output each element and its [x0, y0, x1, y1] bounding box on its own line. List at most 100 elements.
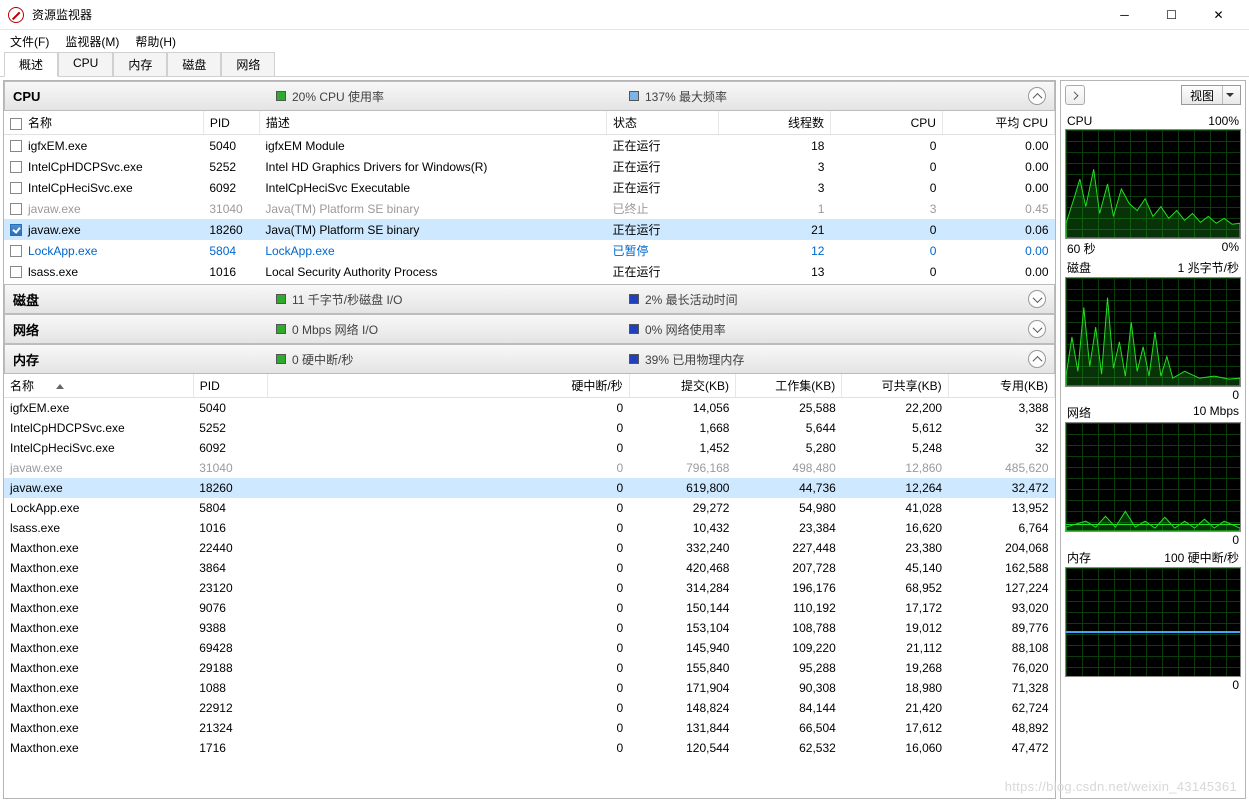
- col-threads[interactable]: 线程数: [718, 111, 830, 135]
- menu-monitor[interactable]: 监视器(M): [59, 31, 125, 52]
- close-button[interactable]: ✕: [1196, 1, 1241, 29]
- table-row[interactable]: igfxEM.exe5040014,05625,58822,2003,388: [4, 398, 1055, 418]
- table-row[interactable]: IntelCpHeciSvc.exe6092IntelCpHeciSvc Exe…: [4, 177, 1055, 198]
- left-pane: CPU 20% CPU 使用率 137% 最大频率 名称 PID 描述 状态 线…: [3, 80, 1056, 799]
- table-row[interactable]: lsass.exe1016Local Security Authority Pr…: [4, 261, 1055, 282]
- col-pid[interactable]: PID: [203, 111, 259, 135]
- col-desc[interactable]: 描述: [259, 111, 606, 135]
- view-dropdown[interactable]: 视图: [1181, 85, 1241, 105]
- table-row[interactable]: IntelCpHeciSvc.exe609201,4525,2805,24832: [4, 438, 1055, 458]
- col-working[interactable]: 工作集(KB): [735, 374, 841, 398]
- chart-canvas: [1065, 567, 1241, 677]
- col-private[interactable]: 专用(KB): [948, 374, 1054, 398]
- table-row[interactable]: Maxthon.exe291880155,84095,28819,26876,0…: [4, 658, 1055, 678]
- table-row[interactable]: Maxthon.exe229120148,82484,14421,42062,7…: [4, 698, 1055, 718]
- tab-network[interactable]: 网络: [221, 52, 275, 77]
- checkbox[interactable]: [10, 118, 22, 130]
- table-row[interactable]: Maxthon.exe38640420,468207,72845,140162,…: [4, 558, 1055, 578]
- table-row[interactable]: IntelCpHDCPSvc.exe525201,6685,6445,61232: [4, 418, 1055, 438]
- table-row[interactable]: javaw.exe310400796,168498,48012,860485,6…: [4, 458, 1055, 478]
- section-title: 网络: [13, 320, 268, 339]
- tab-bar: 概述 CPU 内存 磁盘 网络: [0, 52, 1249, 77]
- tab-overview[interactable]: 概述: [4, 52, 58, 77]
- chevron-down-icon[interactable]: [1028, 290, 1046, 308]
- checkbox[interactable]: [10, 182, 22, 194]
- square-icon: [276, 294, 286, 304]
- table-row[interactable]: javaw.exe31040Java(TM) Platform SE binar…: [4, 198, 1055, 219]
- section-cpu: CPU 20% CPU 使用率 137% 最大频率 名称 PID 描述 状态 线…: [4, 81, 1055, 284]
- tab-memory[interactable]: 内存: [113, 52, 167, 77]
- window-title: 资源监视器: [32, 6, 1102, 23]
- table-row[interactable]: Maxthon.exe694280145,940109,22021,11288,…: [4, 638, 1055, 658]
- chart-foot-right: 0%: [1222, 240, 1239, 257]
- table-row[interactable]: Maxthon.exe213240131,84466,50417,61248,8…: [4, 718, 1055, 738]
- table-row[interactable]: Maxthon.exe231200314,284196,17668,952127…: [4, 578, 1055, 598]
- section-header-memory[interactable]: 内存 0 硬中断/秒 39% 已用物理内存: [4, 344, 1055, 374]
- table-row[interactable]: LockApp.exe5804LockApp.exe已暂停1200.00: [4, 240, 1055, 261]
- checkbox[interactable]: [10, 161, 22, 173]
- tab-disk[interactable]: 磁盘: [167, 52, 221, 77]
- table-row[interactable]: Maxthon.exe224400332,240227,44823,380204…: [4, 538, 1055, 558]
- checkbox[interactable]: [10, 203, 22, 215]
- maximize-button[interactable]: ☐: [1149, 1, 1194, 29]
- table-row[interactable]: Maxthon.exe28336Maxthon正在运行2742.86: [4, 282, 1055, 284]
- chart-title: 磁盘: [1067, 259, 1091, 276]
- square-icon: [276, 91, 286, 101]
- table-row[interactable]: Maxthon.exe17160120,54462,53216,06047,47…: [4, 738, 1055, 758]
- chart-block: 内存100 硬中断/秒 0: [1065, 548, 1241, 693]
- checkbox[interactable]: [10, 140, 22, 152]
- checkbox[interactable]: [10, 245, 22, 257]
- section-header-disk[interactable]: 磁盘 11 千字节/秒磁盘 I/O 2% 最长活动时间: [4, 284, 1055, 314]
- checkbox[interactable]: [10, 266, 22, 278]
- table-row[interactable]: javaw.exe18260Java(TM) Platform SE binar…: [4, 219, 1055, 240]
- col-status[interactable]: 状态: [607, 111, 719, 135]
- chart-foot-right: 0: [1232, 678, 1239, 692]
- chart-foot-left: 60 秒: [1067, 240, 1096, 257]
- memory-table[interactable]: 名称 PID 硬中断/秒 提交(KB) 工作集(KB) 可共享(KB) 专用(K…: [4, 374, 1055, 798]
- chevron-down-icon: [1222, 86, 1236, 104]
- col-name[interactable]: 名称: [4, 374, 193, 398]
- col-commit[interactable]: 提交(KB): [629, 374, 735, 398]
- chevron-up-icon[interactable]: [1028, 87, 1046, 105]
- square-icon: [629, 91, 639, 101]
- col-avg[interactable]: 平均 CPU: [942, 111, 1054, 135]
- chevron-up-icon[interactable]: [1028, 350, 1046, 368]
- section-header-network[interactable]: 网络 0 Mbps 网络 I/O 0% 网络使用率: [4, 314, 1055, 344]
- chart-max: 100%: [1208, 114, 1239, 128]
- table-row[interactable]: IntelCpHDCPSvc.exe5252Intel HD Graphics …: [4, 156, 1055, 177]
- metric-label: 0 Mbps 网络 I/O: [292, 321, 378, 338]
- table-row[interactable]: igfxEM.exe5040igfxEM Module正在运行1800.00: [4, 135, 1055, 157]
- section-title: 磁盘: [13, 290, 268, 309]
- table-row[interactable]: Maxthon.exe90760150,144110,19217,17293,0…: [4, 598, 1055, 618]
- chart-max: 1 兆字节/秒: [1178, 259, 1239, 276]
- chart-canvas: [1065, 422, 1241, 532]
- table-row[interactable]: Maxthon.exe93880153,104108,78819,01289,7…: [4, 618, 1055, 638]
- tab-cpu[interactable]: CPU: [58, 52, 113, 77]
- square-icon: [629, 354, 639, 364]
- menu-file[interactable]: 文件(F): [4, 31, 55, 52]
- col-cpu[interactable]: CPU: [830, 111, 942, 135]
- chart-block: 磁盘 1 兆字节/秒 0: [1065, 258, 1241, 403]
- chart-foot-right: 0: [1232, 388, 1239, 402]
- section-memory: 内存 0 硬中断/秒 39% 已用物理内存 名称 PID 硬中断/秒 提交(KB…: [4, 344, 1055, 798]
- col-share[interactable]: 可共享(KB): [842, 374, 948, 398]
- chart-canvas: [1065, 129, 1241, 239]
- square-icon: [276, 324, 286, 334]
- cpu-table[interactable]: 名称 PID 描述 状态 线程数 CPU 平均 CPU igfxEM.exe50…: [4, 111, 1055, 284]
- col-hard[interactable]: 硬中断/秒: [268, 374, 630, 398]
- chart-block: 网络10 Mbps 0: [1065, 403, 1241, 548]
- section-header-cpu[interactable]: CPU 20% CPU 使用率 137% 最大频率: [4, 81, 1055, 111]
- table-row[interactable]: javaw.exe182600619,80044,73612,26432,472: [4, 478, 1055, 498]
- table-row[interactable]: Maxthon.exe10880171,90490,30818,98071,32…: [4, 678, 1055, 698]
- chevron-down-icon[interactable]: [1028, 320, 1046, 338]
- table-row[interactable]: lsass.exe1016010,43223,38416,6206,764: [4, 518, 1055, 538]
- col-name[interactable]: 名称: [4, 111, 203, 135]
- table-row[interactable]: LockApp.exe5804029,27254,98041,02813,952: [4, 498, 1055, 518]
- metric-label: 11 千字节/秒磁盘 I/O: [292, 291, 402, 308]
- minimize-button[interactable]: ─: [1102, 1, 1147, 29]
- checkbox[interactable]: [10, 224, 22, 236]
- menu-help[interactable]: 帮助(H): [129, 31, 182, 52]
- col-pid[interactable]: PID: [193, 374, 267, 398]
- chart-foot-right: 0: [1232, 533, 1239, 547]
- nav-right-button[interactable]: [1065, 85, 1085, 105]
